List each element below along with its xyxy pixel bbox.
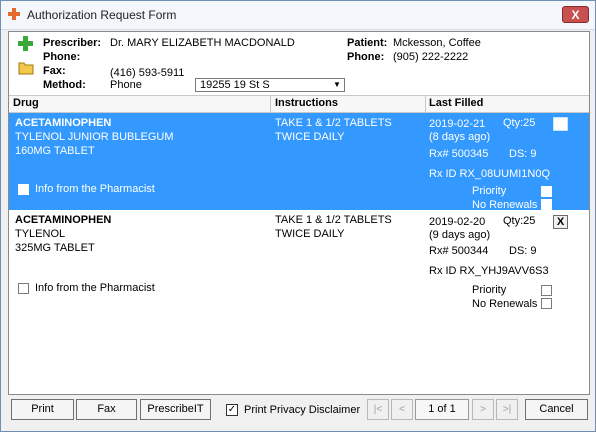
- drug-generic: ACETAMINOPHEN: [15, 117, 112, 129]
- close-icon: X: [571, 8, 580, 22]
- priority-label: Priority: [472, 284, 507, 296]
- fax-value: (416) 593-5911: [110, 67, 185, 79]
- footer-bar: Print Fax PrescribeIT ✓ Print Privacy Di…: [1, 395, 595, 431]
- first-page-button[interactable]: |<: [367, 399, 389, 420]
- drug-form: 160MG TABLET: [15, 145, 95, 157]
- app-plus-icon: [8, 8, 20, 20]
- fill-ago: (9 days ago): [429, 229, 491, 241]
- prescriber-plus-icon[interactable]: [17, 35, 34, 52]
- privacy-disclaimer-label: Print Privacy Disclaimer: [244, 404, 361, 416]
- chevron-down-icon: ▼: [333, 80, 341, 89]
- no-renewals-checkbox[interactable]: [541, 199, 552, 210]
- fill-date: 2019-02-21: [429, 118, 486, 130]
- no-renewals-checkbox[interactable]: [541, 298, 552, 309]
- days-supply: DS: 9: [509, 148, 537, 160]
- patient-label: Patient:: [347, 37, 388, 49]
- header-section: Prescriber: Dr. MARY ELIZABETH MACDONALD…: [9, 32, 589, 94]
- fax-label: Fax:: [43, 65, 66, 77]
- remove-button[interactable]: [553, 117, 568, 131]
- prescriber-value: Dr. MARY ELIZABETH MACDONALD: [110, 37, 295, 49]
- print-button[interactable]: Print: [11, 399, 74, 420]
- quantity: Qty:25: [503, 215, 536, 227]
- drug-generic: ACETAMINOPHEN: [15, 214, 112, 226]
- pharmacist-info[interactable]: Info from the Pharmacist: [16, 182, 156, 196]
- close-button[interactable]: X: [562, 6, 589, 23]
- fill-date: 2019-02-20: [429, 216, 486, 228]
- column-separator: [425, 96, 426, 112]
- last-page-button[interactable]: >|: [496, 399, 518, 420]
- next-page-button[interactable]: >: [472, 399, 494, 420]
- table-row[interactable]: ACETAMINOPHEN TYLENOL JUNIOR BUBLEGUM 16…: [9, 113, 589, 211]
- cancel-button[interactable]: Cancel: [525, 399, 588, 420]
- title-bar: Authorization Request Form X: [1, 1, 595, 30]
- prescribeit-button[interactable]: PrescribeIT: [140, 399, 211, 420]
- method-label: Method:: [43, 79, 86, 91]
- rx-number: Rx# 500344: [429, 245, 489, 257]
- no-renewals-label: No Renewals: [472, 199, 538, 211]
- rx-id: Rx ID RX_YHJ9AVV6S3: [429, 265, 549, 277]
- column-separator: [270, 96, 271, 112]
- checkmark-icon: ✓: [227, 404, 237, 415]
- method-value: Phone: [110, 79, 142, 91]
- fill-ago: (8 days ago): [429, 131, 491, 143]
- table-row[interactable]: ACETAMINOPHEN TYLENOL 325MG TABLET TAKE …: [9, 212, 589, 310]
- prev-page-button[interactable]: <: [391, 399, 413, 420]
- days-supply: DS: 9: [509, 245, 537, 257]
- patient-phone-label: Phone:: [347, 51, 385, 63]
- address-select[interactable]: 19255 19 St S ▼: [195, 78, 345, 92]
- folder-icon[interactable]: [18, 61, 35, 75]
- drug-form: 325MG TABLET: [15, 242, 95, 254]
- instructions-line-1: TAKE 1 & 1/2 TABLETS: [275, 214, 392, 226]
- grid-header: Drug Instructions Last Filled: [9, 95, 589, 113]
- instructions-line-1: TAKE 1 & 1/2 TABLETS: [275, 117, 392, 129]
- remove-button[interactable]: X: [553, 215, 568, 229]
- form-content: Prescriber: Dr. MARY ELIZABETH MACDONALD…: [8, 31, 590, 395]
- page-indicator: 1 of 1: [415, 399, 469, 420]
- prescriber-label: Prescriber:: [43, 37, 102, 49]
- window-title: Authorization Request Form: [27, 8, 177, 22]
- fax-button[interactable]: Fax: [76, 399, 137, 420]
- pharmacist-info-checkbox[interactable]: [18, 283, 29, 294]
- pharmacist-info-checkbox[interactable]: [18, 184, 29, 195]
- instructions-line-2: TWICE DAILY: [275, 228, 345, 240]
- privacy-disclaimer-checkbox[interactable]: ✓: [226, 404, 238, 416]
- patient-value: Mckesson, Coffee: [393, 37, 481, 49]
- authorization-request-window: Authorization Request Form X Prescriber:…: [0, 0, 596, 432]
- patient-phone-value: (905) 222-2222: [393, 51, 469, 63]
- pharmacist-info[interactable]: Info from the Pharmacist: [16, 281, 156, 295]
- no-renewals-label: No Renewals: [472, 298, 538, 310]
- column-last-filled[interactable]: Last Filled: [429, 97, 483, 109]
- rx-number: Rx# 500345: [429, 148, 489, 160]
- drug-brand: TYLENOL JUNIOR BUBLEGUM: [15, 131, 174, 143]
- pharmacist-info-label: Info from the Pharmacist: [35, 282, 155, 294]
- priority-checkbox[interactable]: [541, 186, 552, 197]
- pharmacist-info-label: Info from the Pharmacist: [35, 183, 155, 195]
- priority-label: Priority: [472, 185, 507, 197]
- priority-checkbox[interactable]: [541, 285, 552, 296]
- address-value: 19255 19 St S: [200, 79, 270, 91]
- instructions-line-2: TWICE DAILY: [275, 131, 345, 143]
- column-instructions[interactable]: Instructions: [275, 97, 338, 109]
- phone-label: Phone:: [43, 51, 81, 63]
- drug-brand: TYLENOL: [15, 228, 66, 240]
- rx-id: Rx ID RX_08UUMI1N0Q: [429, 168, 551, 180]
- quantity: Qty:25: [503, 117, 536, 129]
- column-drug[interactable]: Drug: [13, 97, 39, 109]
